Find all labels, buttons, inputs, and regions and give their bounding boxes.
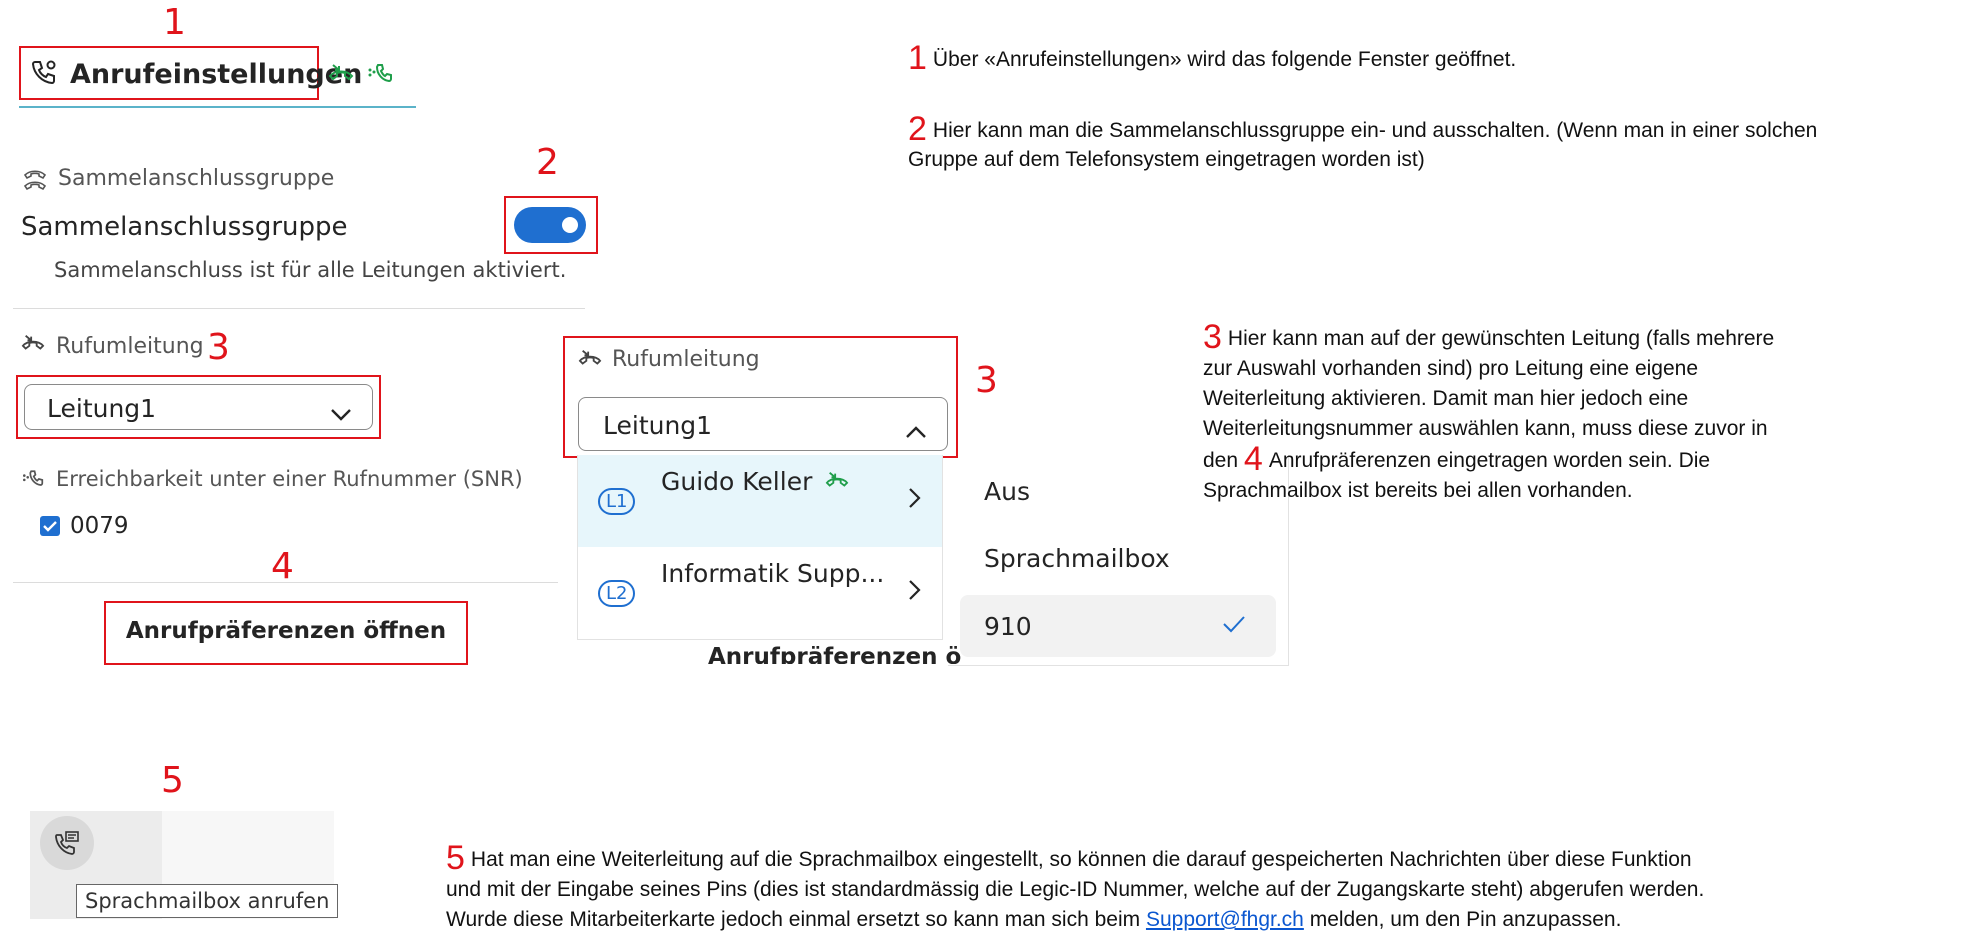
line-select[interactable]: Leitung1 [24, 384, 373, 430]
note-5-text-3a: Wurde diese Mitarbeiterkarte jedoch einm… [446, 908, 1141, 931]
line-item-l2[interactable]: L2 Informatik Supp... [578, 547, 942, 639]
line-item-l1[interactable]: L1 Guido Keller [578, 455, 942, 547]
snr-icon [20, 468, 44, 495]
group-status-text: Sammelanschluss ist für alle Leitungen a… [54, 258, 567, 282]
note-3-text-1: Hier kann man auf der gewünschten Leitun… [1227, 327, 1775, 350]
option-910-label: 910 [984, 612, 1032, 641]
popup-select-value: Leitung1 [603, 411, 713, 440]
marker-3: 3 [207, 327, 230, 368]
voicemail-button[interactable] [40, 816, 94, 870]
call-forward-icon [577, 348, 603, 375]
voicemail-icon [53, 829, 81, 862]
note-3-text-5a: den [1203, 449, 1239, 472]
note-3: 3 Hier kann man auf der gewünschten Leitu… [1203, 320, 1775, 506]
line-list: L1 Guido Keller L2 Informatik Supp... [577, 455, 943, 640]
note-2-text-2: Gruppe auf dem Telefonsystem eingetragen… [908, 148, 1425, 171]
note-1: 1 Über «Anrufeinstellungen» wird das folg… [908, 41, 1517, 75]
support-email-link[interactable]: Support@fhgr.ch [1146, 908, 1304, 931]
group-toggle[interactable] [514, 207, 586, 243]
chevron-right-icon [908, 579, 922, 606]
marker-3: 3 [975, 360, 998, 401]
note-3-text-4: Weiterleitungsnummer auswählen kann, mus… [1203, 417, 1768, 440]
popup-cut-button-text: Anrufpräferenzen ö [700, 644, 1020, 664]
call-forward-icon [824, 470, 850, 497]
call-forward-icon [20, 333, 46, 360]
note-1-number: 1 [908, 39, 927, 77]
note-5-text-2: und mit der Eingabe seines Pins (dies is… [446, 878, 1705, 901]
tab-underline [19, 106, 416, 108]
marker-2: 2 [536, 142, 559, 183]
option-aus-label: Aus [984, 477, 1030, 506]
line-name-l1: Guido Keller [661, 467, 813, 496]
forward-section-label: Rufumleitung [56, 334, 204, 359]
marker-5: 5 [161, 760, 184, 801]
toggle-knob [562, 217, 578, 233]
note-3-text-2: zur Auswahl vorhanden sind) pro Leitung … [1203, 357, 1699, 380]
note-5: 5 Hat man eine Weiterleitung auf die Spra… [446, 841, 1705, 935]
settings-tab-title: Anrufeinstellungen [70, 58, 363, 90]
note-1-text: Über «Anrufeinstellungen» wird das folge… [932, 48, 1517, 71]
chevron-right-icon [908, 487, 922, 514]
note-3-text-6: Sprachmailbox ist bereits bei allen vorh… [1203, 479, 1633, 502]
note-2: 2 Hier kann man die Sammelanschlussgruppe… [908, 112, 1818, 174]
checkmark-icon [1222, 615, 1246, 638]
line-select-value: Leitung1 [47, 394, 157, 423]
settings-tab[interactable]: Anrufeinstellungen [30, 54, 362, 94]
preferences-button[interactable]: Anrufpräferenzen öffnen [104, 601, 468, 663]
note-5-text-3b: melden, um den Pin anzupassen. [1309, 908, 1622, 931]
group-icon [22, 167, 48, 198]
group-toggle-label: Sammelanschlussgruppe [21, 212, 348, 242]
popup-section-label: Rufumleitung [612, 347, 760, 372]
note-3-text-3: Weiterleitung aktivieren. Damit man hier… [1203, 387, 1689, 410]
note-5-number: 5 [446, 839, 465, 877]
chevron-up-icon [905, 416, 927, 445]
divider [13, 582, 558, 583]
note-3-number: 3 [1203, 318, 1222, 356]
snr-icon [365, 62, 393, 91]
line-name-l2: Informatik Supp... [661, 559, 885, 588]
marker-4: 4 [271, 546, 294, 587]
snr-number: 0079 [70, 513, 129, 539]
note-2-number: 2 [908, 110, 927, 148]
option-sprachmailbox-label: Sprachmailbox [984, 544, 1170, 573]
voicemail-tooltip: Sprachmailbox anrufen [76, 884, 339, 918]
snr-label: Erreichbarkeit unter einer Rufnummer (SN… [56, 467, 523, 491]
note-5-text-1: Hat man eine Weiterleitung auf die Sprac… [470, 848, 1692, 871]
call-forward-icon [327, 62, 355, 91]
phone-gear-icon [30, 58, 58, 90]
line-badge-l2: L2 [598, 580, 636, 607]
chevron-down-icon [330, 399, 352, 428]
cut-text: Anrufpräferenzen ö [708, 644, 962, 664]
popup-line-select[interactable]: Leitung1 [578, 397, 948, 451]
note-3-text-5b: Anrufpräferenzen eingetragen worden sein… [1268, 449, 1711, 472]
marker-1: 1 [163, 2, 186, 43]
line-badge-l1: L1 [598, 488, 636, 515]
option-sprachmailbox[interactable]: Sprachmailbox [960, 527, 1276, 589]
note-2-text-1: Hier kann man die Sammelanschlussgruppe … [932, 119, 1818, 142]
divider [13, 308, 585, 309]
snr-checkbox[interactable] [40, 516, 60, 536]
note-3-ref-4: 4 [1243, 440, 1263, 478]
group-section-label: Sammelanschlussgruppe [58, 166, 335, 191]
